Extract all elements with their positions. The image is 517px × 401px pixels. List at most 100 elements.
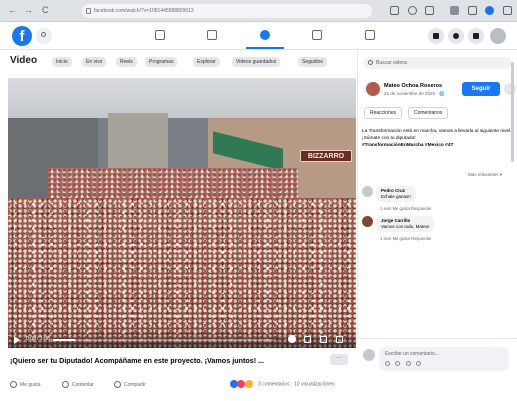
play-icon[interactable] <box>14 336 20 344</box>
page-avatar[interactable] <box>366 82 380 96</box>
gaming-icon <box>365 30 375 40</box>
tab-reactions[interactable]: Reacciones <box>364 107 403 119</box>
comment-input[interactable]: Escribe un comentario... <box>379 347 509 371</box>
comment-bubble: Pedro Cruz Echale ganas!! <box>376 186 416 202</box>
search-placeholder: Buscar videos <box>376 60 408 66</box>
video-subnav: Video Inicio En vivo Reels Programas Exp… <box>0 50 355 74</box>
search-button[interactable] <box>36 28 52 44</box>
comment-label: Comentar <box>72 381 94 388</box>
browser-toolbar: ← → C facebook.com/watch/?v=108144558880… <box>0 0 517 22</box>
tab-comments[interactable]: Comentarios <box>408 107 449 119</box>
address-bar[interactable]: facebook.com/watch/?v=1081445588809013 <box>82 4 372 18</box>
expand-icon[interactable] <box>336 336 343 343</box>
star-icon[interactable] <box>425 6 434 15</box>
video-caption: ¡Quiero ser tu Diputado! Acompáñame en e… <box>10 356 265 365</box>
video-time: 0:08 / 1:08 <box>26 336 50 342</box>
building-center <box>108 113 168 173</box>
comment-button[interactable]: Comentar <box>62 381 94 388</box>
friends-icon <box>207 30 217 40</box>
page-title: Video <box>10 55 38 66</box>
video-sky <box>8 78 356 118</box>
pill-following[interactable]: Seguidos <box>298 57 327 67</box>
shop-sign: BIZZARRO <box>300 150 352 162</box>
nav-home[interactable] <box>135 24 185 48</box>
extension-icon[interactable] <box>450 6 459 15</box>
post-text-line2: ¡Súmate con tu diputado! <box>362 136 416 141</box>
more-options-button[interactable]: ··· <box>330 354 348 365</box>
pill-live[interactable]: En vivo <box>82 57 107 67</box>
nav-marketplace[interactable] <box>292 24 342 48</box>
pill-shows[interactable]: Programas <box>145 57 178 67</box>
follow-button[interactable]: Seguir <box>462 82 500 96</box>
menu-icon[interactable] <box>503 6 512 15</box>
video-controls: 0:08 / 1:08 <box>8 330 356 348</box>
emoji-icon[interactable] <box>395 361 401 366</box>
like-label: Me gusta <box>20 381 41 388</box>
comment-bubble: Jorge Carrillo Vamos con todo, Mateo! <box>376 216 435 232</box>
forward-button[interactable]: → <box>24 5 33 15</box>
pill-home[interactable]: Inicio <box>52 57 72 67</box>
post-date: 21 de noviembre de 2023 · 🌐 <box>384 91 445 96</box>
comment-actions[interactable]: 1 sem Me gusta Responder <box>380 206 431 211</box>
messenger-button[interactable] <box>448 28 464 44</box>
share-button[interactable]: Compartir <box>114 381 146 388</box>
avatar[interactable] <box>362 216 373 227</box>
fullscreen-icon[interactable] <box>320 336 327 343</box>
video-search-input[interactable]: Buscar videos <box>364 57 512 69</box>
settings-icon[interactable] <box>288 335 296 343</box>
bell-icon <box>473 33 479 39</box>
lock-icon <box>86 8 91 14</box>
search-icon <box>368 60 373 65</box>
volume-icon[interactable] <box>304 336 311 343</box>
post-text-line1: La Transformación está en marcha, vamos … <box>362 129 512 134</box>
notifications-button[interactable] <box>468 28 484 44</box>
progress-fill <box>53 339 75 341</box>
comment-text: Vamos con todo, Mateo! <box>381 224 430 229</box>
camera-icon[interactable] <box>405 361 411 366</box>
facebook-header: f <box>0 22 517 50</box>
sidebar-icon[interactable] <box>468 6 477 15</box>
sticker-icon[interactable] <box>385 361 390 366</box>
comment-text: Echale ganas!! <box>381 194 411 199</box>
progress-bar[interactable] <box>53 339 273 341</box>
translate-icon[interactable] <box>390 6 399 15</box>
gif-icon[interactable] <box>416 361 422 366</box>
video-player[interactable]: BIZZARRO 0:08 / 1:08 <box>8 78 356 348</box>
comment-actions[interactable]: 1 sem Me gusta Responder <box>380 236 431 241</box>
like-button[interactable]: Me gusta <box>10 381 41 388</box>
sort-comments[interactable]: Más relevantes ▾ <box>468 172 502 178</box>
post-hashtags[interactable]: #TransformaciónEnMarcha #Mexico #4T <box>362 143 453 148</box>
post-text: La Transformación está en marcha, vamos … <box>362 128 512 149</box>
comment-placeholder: Escribe un comentario... <box>385 351 439 357</box>
nav-friends[interactable] <box>187 24 237 48</box>
reaction-counts: 3 comentarios · 10 visualizaciones <box>258 381 335 388</box>
messenger-icon <box>453 33 459 39</box>
avatar[interactable] <box>362 186 373 197</box>
pill-saved[interactable]: Videos guardados <box>232 57 281 67</box>
video-icon <box>260 30 270 40</box>
search-icon <box>41 32 46 37</box>
pill-explore[interactable]: Explorar <box>193 57 220 67</box>
page-name[interactable]: Mateo Ochoa Roseros <box>384 83 442 89</box>
zoom-icon[interactable] <box>408 6 417 15</box>
home-icon <box>155 30 165 40</box>
back-button[interactable]: ← <box>8 5 17 15</box>
nav-video[interactable] <box>240 24 290 49</box>
avatar <box>363 349 375 361</box>
profile-icon[interactable] <box>485 6 494 15</box>
like-icon <box>10 381 17 388</box>
reload-button[interactable]: C <box>42 5 49 15</box>
nav-gaming[interactable] <box>345 24 395 48</box>
share-icon <box>114 381 121 388</box>
avatar[interactable] <box>490 28 506 44</box>
pill-reels[interactable]: Reels <box>116 57 137 67</box>
address-text: facebook.com/watch/?v=1081445588809013 <box>94 8 194 14</box>
menu-button[interactable] <box>428 28 444 44</box>
facebook-logo[interactable]: f <box>12 26 32 46</box>
crowd-near <box>8 198 356 348</box>
haha-reaction-icon <box>244 380 253 388</box>
scrollbar-thumb[interactable] <box>511 62 514 162</box>
comment-composer: Escribe un comentario... <box>357 338 517 401</box>
reaction-summary[interactable]: 3 comentarios · 10 visualizaciones <box>230 380 335 388</box>
share-label: Compartir <box>124 381 146 388</box>
